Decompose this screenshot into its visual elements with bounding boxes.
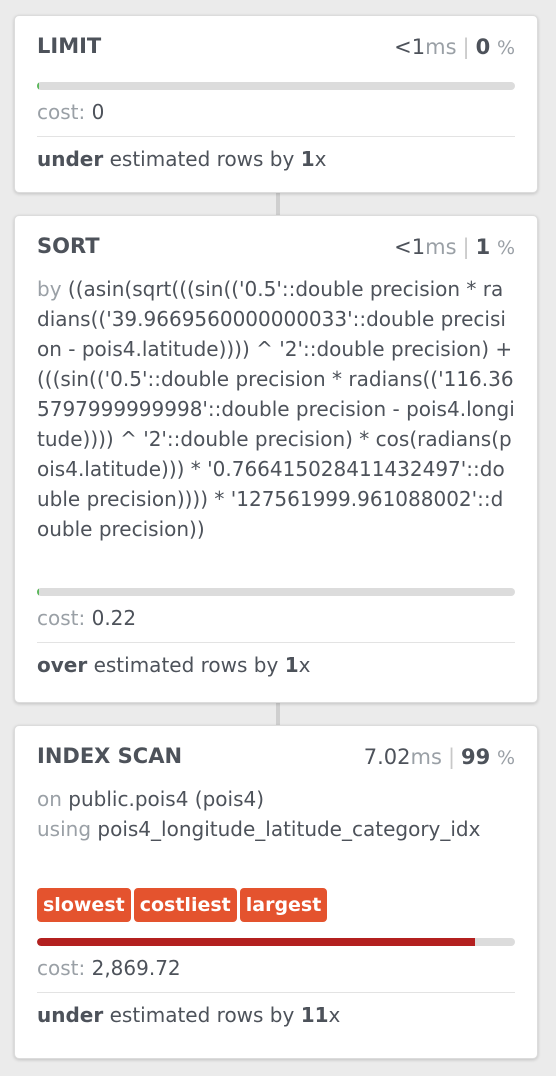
metrics-separator: | — [462, 35, 470, 59]
cost-bar-fill — [37, 938, 476, 946]
cost-label: cost: — [37, 100, 86, 124]
node-title: LIMIT — [37, 34, 102, 58]
node-metrics: <1ms | 1 % — [394, 235, 515, 259]
on-label: on — [37, 787, 62, 811]
cost-bar-fill — [37, 588, 39, 596]
percent-sign: % — [496, 237, 515, 259]
estimate-row: under estimated rows by 1x — [37, 145, 515, 173]
sort-key: by ((asin(sqrt(((sin(('0.5'::double prec… — [37, 274, 515, 574]
index-name: pois4_longitude_latitude_category_idx — [97, 817, 481, 841]
metrics-separator: | — [462, 235, 470, 259]
node-title: INDEX SCAN — [37, 744, 183, 768]
plan-node-index-scan[interactable]: INDEX SCAN 7.02ms | 99 % on public.pois4 (… — [14, 725, 538, 1059]
connector-sort-indexscan — [276, 703, 280, 725]
index-detail: using pois4_longitude_latitude_category_… — [37, 814, 515, 874]
percent-value: 0 — [475, 35, 491, 59]
divider — [37, 992, 515, 993]
divider — [37, 642, 515, 643]
estimate-suffix: x — [314, 147, 327, 171]
estimate-suffix: x — [298, 653, 311, 677]
plan-node-sort[interactable]: SORT <1ms | 1 % by ((asin(sqrt(((sin(('0.5… — [14, 215, 538, 703]
estimate-direction: over — [37, 653, 88, 677]
sort-key-label: by — [37, 277, 62, 301]
node-metrics: 7.02ms | 99 % — [364, 745, 515, 769]
tag-slowest: slowest — [37, 888, 131, 922]
relation-name: public.pois4 (pois4) — [68, 787, 265, 811]
node-header: SORT <1ms | 1 % — [37, 234, 515, 264]
cost-bar — [37, 938, 515, 946]
tag-largest: largest — [239, 888, 328, 922]
cost-bar — [37, 588, 515, 596]
estimate-row: under estimated rows by 11x — [37, 1001, 515, 1029]
connector-limit-sort — [276, 193, 280, 215]
cost-row: cost: 2,869.72 — [37, 954, 515, 982]
cost-bar — [37, 82, 515, 90]
duration-unit: ms — [410, 745, 442, 769]
cost-row: cost: 0 — [37, 98, 515, 126]
tag-list: slowest costliest largest — [37, 888, 515, 924]
estimate-text: estimated rows by — [109, 147, 295, 171]
cost-label: cost: — [37, 956, 86, 980]
estimate-factor: 1 — [300, 147, 315, 171]
duration-value: <1 — [394, 235, 426, 259]
cost-value: 0.22 — [91, 606, 137, 630]
percent-sign: % — [496, 747, 515, 769]
duration-value: <1 — [394, 35, 426, 59]
node-header: INDEX SCAN 7.02ms | 99 % — [37, 744, 515, 774]
sort-key-value: ((asin(sqrt(((sin(('0.5'::double precisi… — [37, 277, 515, 541]
estimate-text: estimated rows by — [93, 653, 279, 677]
estimate-factor: 1 — [284, 653, 299, 677]
metrics-separator: | — [447, 745, 456, 769]
duration-unit: ms — [425, 35, 457, 59]
plan-node-limit[interactable]: LIMIT <1ms | 0 % cost: 0 under estimated r… — [14, 15, 538, 193]
tag-costliest: costliest — [133, 888, 237, 922]
duration-unit: ms — [425, 235, 457, 259]
duration-value: 7.02 — [363, 745, 411, 769]
estimate-direction: under — [37, 1003, 104, 1027]
cost-label: cost: — [37, 606, 86, 630]
percent-sign: % — [496, 37, 515, 59]
estimate-row: over estimated rows by 1x — [37, 651, 515, 679]
relation-detail: on public.pois4 (pois4) — [37, 784, 515, 814]
percent-value: 1 — [475, 235, 491, 259]
estimate-suffix: x — [328, 1003, 341, 1027]
node-header: LIMIT <1ms | 0 % — [37, 34, 515, 64]
cost-value: 0 — [91, 100, 105, 124]
using-label: using — [37, 817, 92, 841]
cost-value: 2,869.72 — [91, 956, 181, 980]
cost-row: cost: 0.22 — [37, 604, 515, 632]
node-title: SORT — [37, 234, 100, 258]
estimate-direction: under — [37, 147, 104, 171]
percent-value: 99 — [461, 745, 491, 769]
node-metrics: <1ms | 0 % — [394, 35, 515, 59]
estimate-factor: 11 — [300, 1003, 329, 1027]
cost-bar-fill — [37, 82, 39, 90]
divider — [37, 136, 515, 137]
estimate-text: estimated rows by — [109, 1003, 295, 1027]
